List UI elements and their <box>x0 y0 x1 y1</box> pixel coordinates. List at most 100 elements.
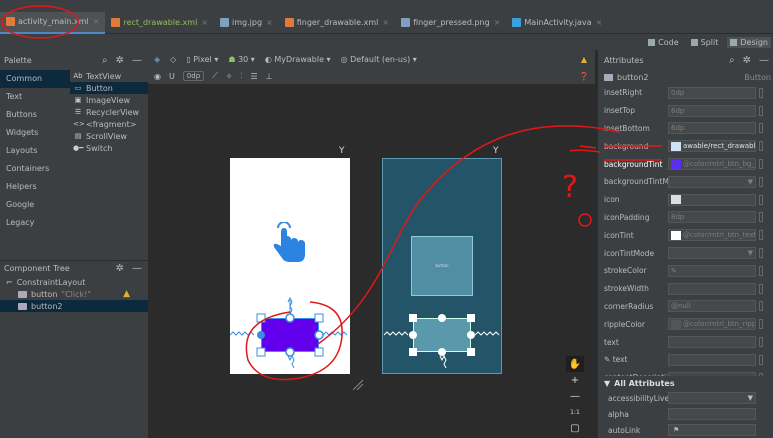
help-icon[interactable]: ❓ <box>579 72 589 81</box>
attr-value-field[interactable] <box>668 282 756 295</box>
attr-value-field[interactable]: @color/mtrl_btn_text <box>668 229 756 242</box>
tab-0[interactable]: activity_main.xml × <box>0 11 106 34</box>
resource-picker-button[interactable] <box>759 123 763 134</box>
attr-value-field[interactable]: ▼ <box>668 175 756 188</box>
attr-value-field[interactable] <box>668 353 756 366</box>
gear-icon[interactable]: ✲ <box>743 55 751 66</box>
pan-hand-icon[interactable]: ✋ <box>566 356 584 372</box>
guidelines-icon[interactable]: ⊥ <box>266 72 273 81</box>
tree-item-button[interactable]: button "Click!" ▲ <box>0 288 148 300</box>
tab-1[interactable]: rect_drawable.xml × <box>105 12 214 34</box>
palette-category-layouts[interactable]: Layouts <box>0 142 70 160</box>
attr-value-field[interactable]: @color/mtrl_btn_bg_c <box>668 158 756 171</box>
default-margin-field[interactable]: 0dp <box>182 71 205 81</box>
palette-category-text[interactable]: Text <box>0 88 70 106</box>
close-icon[interactable]: × <box>382 18 389 27</box>
color-swatch[interactable] <box>671 159 681 169</box>
eye-icon[interactable]: ◉ <box>154 72 161 81</box>
attr-value-field[interactable]: 0dp <box>668 86 756 99</box>
resource-picker-button[interactable] <box>759 337 763 348</box>
resource-picker-button[interactable] <box>759 105 763 116</box>
minimize-icon[interactable]: — <box>132 55 142 66</box>
resource-picker-button[interactable] <box>759 319 763 330</box>
attr-value-field[interactable]: @color/mtrl_btn_rippl <box>668 318 756 331</box>
blueprint-image-outline[interactable]: button <box>411 236 473 296</box>
palette-category-legacy[interactable]: Legacy <box>0 214 70 232</box>
palette-item-0[interactable]: Ab TextView <box>70 70 148 82</box>
attr-value-field[interactable]: awable/rect_drawable <box>668 140 756 153</box>
gear-icon[interactable]: ✲ <box>116 263 124 274</box>
resource-picker-button[interactable] <box>759 212 763 223</box>
all-attributes-header[interactable]: ▼ All Attributes <box>597 376 773 390</box>
warning-icon[interactable]: ▲ <box>123 289 130 299</box>
close-icon[interactable]: × <box>266 18 273 27</box>
locale-selector[interactable]: ◎ Default (en-us) ▾ <box>341 55 417 64</box>
resource-picker-button[interactable] <box>759 230 763 241</box>
attr-value-field[interactable]: 8dp <box>668 211 756 224</box>
clear-constraints-icon[interactable]: ⟋ <box>212 71 218 81</box>
palette-item-3[interactable]: ☰ RecyclerView <box>70 106 148 118</box>
attr-value-field[interactable]: ⚑ <box>668 424 756 436</box>
palette-item-5[interactable]: ▤ ScrollView <box>70 130 148 142</box>
code-mode-button[interactable]: Code <box>645 37 681 48</box>
tab-3[interactable]: finger_drawable.xml × <box>279 12 395 34</box>
gear-icon[interactable]: ✲ <box>116 55 124 66</box>
resource-picker-button[interactable] <box>759 176 763 187</box>
attr-value-field[interactable] <box>668 336 756 349</box>
attr-value-field[interactable] <box>668 408 756 420</box>
device-selector[interactable]: ▯ Pixel ▾ <box>186 55 218 64</box>
search-icon[interactable]: ⌕ <box>102 55 108 66</box>
palette-category-helpers[interactable]: Helpers <box>0 178 70 196</box>
magnet-icon[interactable]: U <box>169 72 175 81</box>
palette-item-1[interactable]: ▭ Button <box>70 82 148 94</box>
palette-item-4[interactable]: <> <fragment> <box>70 118 148 130</box>
infer-constraints-icon[interactable]: ✧ <box>226 72 233 81</box>
layers-icon[interactable]: ◈ <box>154 55 160 64</box>
resource-picker-button[interactable] <box>759 194 763 205</box>
palette-category-widgets[interactable]: Widgets <box>0 124 70 142</box>
color-swatch[interactable] <box>671 319 681 329</box>
tab-5[interactable]: MainActivity.java × <box>506 12 608 34</box>
palette-category-google[interactable]: Google <box>0 196 70 214</box>
resource-picker-button[interactable] <box>759 87 763 98</box>
split-mode-button[interactable]: Split <box>688 37 722 48</box>
resource-picker-button[interactable] <box>759 248 763 259</box>
orientation-icon[interactable]: ◇ <box>170 55 176 64</box>
tab-2[interactable]: img.jpg × <box>214 12 279 34</box>
attr-value-field[interactable]: ✎ <box>668 264 756 277</box>
search-icon[interactable]: ⌕ <box>729 55 735 66</box>
palette-item-6[interactable]: ●━ Switch <box>70 142 148 154</box>
resource-picker-button[interactable] <box>759 283 763 294</box>
design-mode-button[interactable]: Design <box>727 36 771 48</box>
resource-picker-button[interactable] <box>759 141 763 152</box>
close-icon[interactable]: × <box>93 17 100 26</box>
close-icon[interactable]: × <box>201 18 208 27</box>
tab-4[interactable]: finger_pressed.png × <box>395 12 506 34</box>
attr-value-field[interactable]: ▼ <box>668 392 756 404</box>
zoom-fit-button[interactable]: ▢ <box>566 420 584 436</box>
close-icon[interactable]: × <box>494 18 501 27</box>
palette-category-buttons[interactable]: Buttons <box>0 106 70 124</box>
distribute-icon[interactable]: ☰ <box>251 72 258 81</box>
attr-value-field[interactable]: ▼ <box>668 247 756 260</box>
color-swatch[interactable] <box>671 230 681 240</box>
zoom-out-button[interactable]: — <box>566 388 584 404</box>
attr-value-field[interactable]: 6dp <box>668 122 756 135</box>
align-icon[interactable]: ⫶ <box>241 71 243 81</box>
resource-picker-button[interactable] <box>759 354 763 365</box>
color-swatch[interactable] <box>671 195 681 205</box>
minimize-icon[interactable]: — <box>759 55 769 66</box>
resource-picker-button[interactable] <box>759 159 763 170</box>
tree-item-button2[interactable]: button2 <box>0 300 148 312</box>
api-selector[interactable]: ☗ 30 ▾ <box>228 55 254 64</box>
palette-category-common[interactable]: Common <box>0 70 70 88</box>
zoom-in-button[interactable]: + <box>566 372 584 388</box>
attr-value-field[interactable]: @null <box>668 300 756 313</box>
zoom-reset-button[interactable]: 1:1 <box>566 404 584 420</box>
palette-category-containers[interactable]: Containers <box>0 160 70 178</box>
resource-picker-button[interactable] <box>759 301 763 312</box>
minimize-icon[interactable]: — <box>132 263 142 274</box>
tree-item-constraintlayout[interactable]: ⌐ ConstraintLayout <box>0 276 148 288</box>
warning-icon[interactable]: ▲ <box>581 55 587 64</box>
attr-value-field[interactable]: 6dp <box>668 104 756 117</box>
